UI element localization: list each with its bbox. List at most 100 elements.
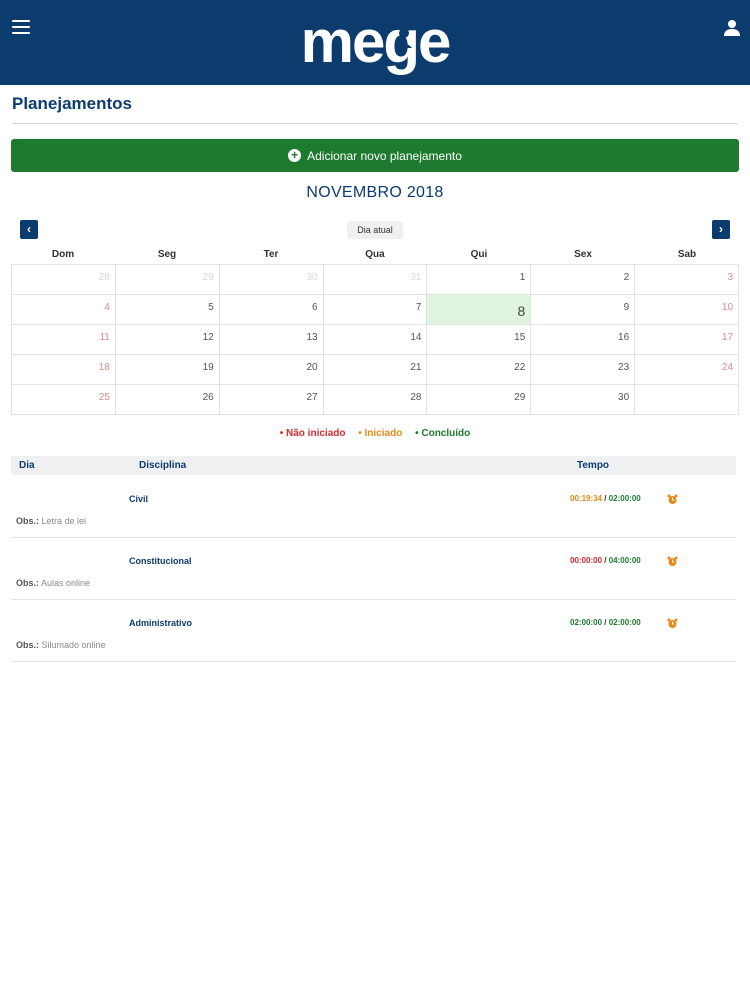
planning-row[interactable]: Administrativo 02:00:00 / 02:00:00 Obs.:… xyxy=(11,600,736,662)
weekday-label: Dom xyxy=(51,249,75,260)
elapsed-time: 00:19:34 xyxy=(570,494,603,503)
calendar-day[interactable]: 15 xyxy=(427,325,532,355)
calendar-day[interactable]: 12 xyxy=(115,325,220,355)
observation: Obs.: Aulas online xyxy=(16,578,90,588)
calendar-day[interactable]: 7 xyxy=(323,295,428,325)
discipline-name: Civil xyxy=(129,494,149,504)
legend-completed: • Concluído xyxy=(415,428,471,439)
month-title: NOVEMBRO 2018 xyxy=(306,184,444,201)
calendar-day[interactable]: 6 xyxy=(219,295,324,325)
obs-text: Letra de lei xyxy=(41,516,87,526)
next-month-button[interactable]: › xyxy=(712,220,730,239)
time-separator: / xyxy=(602,618,609,627)
svg-text:mege: mege xyxy=(301,8,450,75)
today-button[interactable]: Dia atual xyxy=(347,221,403,239)
weekday-label: Qui xyxy=(470,249,488,260)
calendar-day[interactable]: 17 xyxy=(635,325,740,355)
chevron-right-icon: › xyxy=(719,222,723,236)
alarm-clock-icon[interactable] xyxy=(667,554,678,566)
obs-label: Obs.: xyxy=(16,516,40,526)
weekday-label: Sab xyxy=(677,249,697,260)
top-bar: mege xyxy=(0,0,750,85)
user-group-icon[interactable] xyxy=(722,18,742,38)
calendar-day[interactable]: 26 xyxy=(115,385,220,415)
calendar-day-today[interactable]: 8 xyxy=(427,295,532,325)
planning-row[interactable]: Civil 00:19:34 / 02:00:00 Obs.: Letra de… xyxy=(11,476,736,538)
page-title: Planejamentos xyxy=(12,94,132,113)
obs-label: Obs.: xyxy=(16,640,40,650)
calendar-day[interactable]: 4 xyxy=(12,295,116,325)
plus-circle-icon: + xyxy=(288,149,302,162)
weekday-label: Seg xyxy=(157,249,177,260)
calendar-day[interactable]: 30 xyxy=(531,385,636,415)
observation: Obs.: Silumado online xyxy=(16,640,106,650)
calendar-day[interactable]: 28 xyxy=(323,385,428,415)
calendar-day[interactable]: 29 xyxy=(427,385,532,415)
calendar-day[interactable]: 1 xyxy=(427,265,532,295)
time-progress: 02:00:00 / 02:00:00 xyxy=(570,618,641,627)
observation: Obs.: Letra de lei xyxy=(16,516,86,526)
calendar-day[interactable]: 3 xyxy=(635,265,740,295)
total-time: 02:00:00 xyxy=(608,618,641,627)
alarm-clock-icon[interactable] xyxy=(667,492,678,504)
calendar-day[interactable]: 24 xyxy=(635,355,740,385)
calendar-day[interactable]: 25 xyxy=(12,385,116,415)
add-planning-label: Adicionar novo planejamento xyxy=(307,148,462,163)
weekday-label: Sex xyxy=(574,249,592,260)
calendar-week: 4 5 6 7 8 9 10 xyxy=(12,295,740,325)
calendar-day[interactable]: 16 xyxy=(531,325,636,355)
calendar-day[interactable]: 23 xyxy=(531,355,636,385)
legend-not-started: • Não iniciado xyxy=(279,428,346,439)
mege-logo: mege xyxy=(0,6,750,87)
calendar-week: 28 29 30 31 1 2 3 xyxy=(12,265,740,295)
calendar-day[interactable]: 27 xyxy=(219,385,324,415)
planning-table-header: Dia Disciplina Tempo xyxy=(11,456,736,475)
calendar-day[interactable]: 21 xyxy=(323,355,428,385)
obs-label: Obs.: xyxy=(16,578,40,588)
obs-text: Silumado online xyxy=(41,640,106,650)
calendar-day[interactable]: 10 xyxy=(635,295,740,325)
time-progress: 00:00:00 / 04:00:00 xyxy=(570,556,641,565)
calendar-day-empty xyxy=(635,385,740,415)
calendar-day[interactable]: 22 xyxy=(427,355,532,385)
calendar-day[interactable]: 13 xyxy=(219,325,324,355)
weekday-label: Qua xyxy=(365,249,385,260)
status-legend: • Não iniciado • Iniciado • Concluído xyxy=(0,428,750,439)
time-separator: / xyxy=(602,556,609,565)
discipline-name: Constitucional xyxy=(129,556,192,566)
calendar-grid: 28 29 30 31 1 2 3 4 5 6 7 8 9 10 11 12 1… xyxy=(11,264,740,415)
calendar-day[interactable]: 18 xyxy=(12,355,116,385)
time-separator: / xyxy=(602,494,609,503)
column-header-discipline: Disciplina xyxy=(139,460,187,471)
calendar-day[interactable]: 29 xyxy=(115,265,220,295)
elapsed-time: 00:00:00 xyxy=(570,556,603,565)
calendar-week: 25 26 27 28 29 30 xyxy=(12,385,740,415)
planning-row[interactable]: Constitucional 00:00:00 / 04:00:00 Obs.:… xyxy=(11,538,736,600)
calendar-day[interactable]: 9 xyxy=(531,295,636,325)
alarm-clock-icon[interactable] xyxy=(667,616,678,628)
weekday-label: Ter xyxy=(263,249,279,260)
calendar-day[interactable]: 2 xyxy=(531,265,636,295)
calendar-day[interactable]: 14 xyxy=(323,325,428,355)
calendar-day[interactable]: 31 xyxy=(323,265,428,295)
title-divider xyxy=(12,123,738,124)
weekday-header: Dom Seg Ter Qua Qui Sex Sab xyxy=(11,249,739,263)
calendar-day[interactable]: 11 xyxy=(12,325,116,355)
obs-text: Aulas online xyxy=(41,578,91,588)
discipline-name: Administrativo xyxy=(129,618,193,628)
column-header-day: Dia xyxy=(19,460,35,471)
column-header-time: Tempo xyxy=(577,460,610,471)
calendar-week: 18 19 20 21 22 23 24 xyxy=(12,355,740,385)
calendar-week: 11 12 13 14 15 16 17 xyxy=(12,325,740,355)
calendar-day[interactable]: 19 xyxy=(115,355,220,385)
calendar-day[interactable]: 20 xyxy=(219,355,324,385)
calendar-day[interactable]: 5 xyxy=(115,295,220,325)
calendar-day[interactable]: 30 xyxy=(219,265,324,295)
add-planning-button[interactable]: + Adicionar novo planejamento xyxy=(11,139,739,172)
elapsed-time: 02:00:00 xyxy=(570,618,603,627)
calendar-day[interactable]: 28 xyxy=(12,265,116,295)
previous-month-button[interactable]: ‹ xyxy=(20,220,38,239)
chevron-left-icon: ‹ xyxy=(27,222,31,236)
total-time: 02:00:00 xyxy=(608,494,641,503)
legend-started: • Iniciado xyxy=(358,428,403,439)
